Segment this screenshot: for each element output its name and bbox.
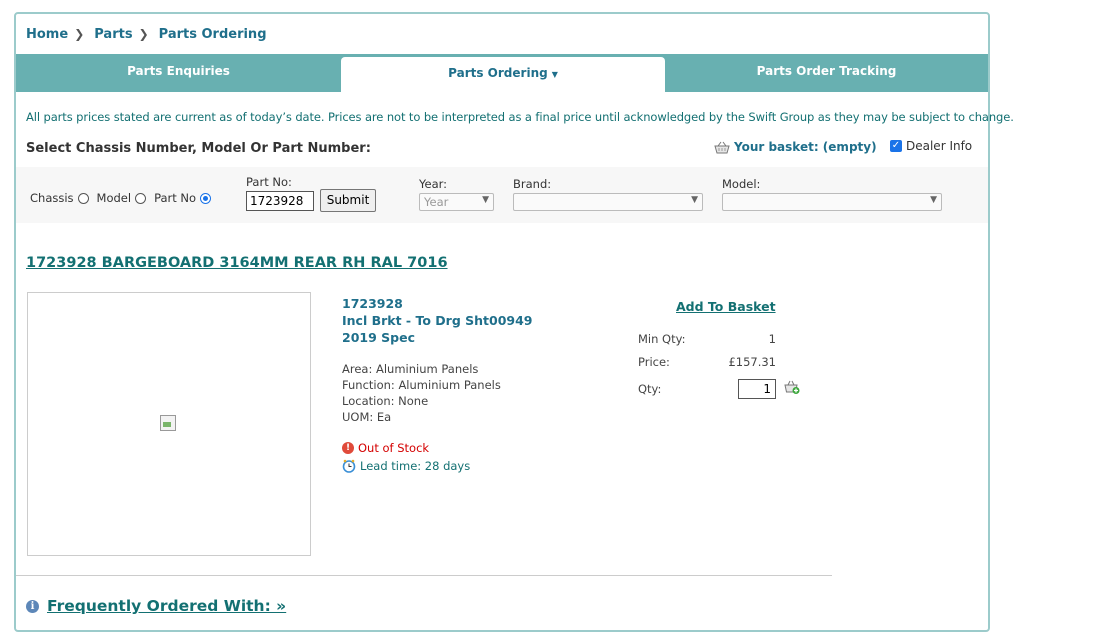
- part-description: Incl Brkt - To Drg Sht00949: [342, 313, 533, 328]
- model-select[interactable]: ▼: [722, 193, 942, 211]
- chevron-down-icon: ▼: [930, 195, 937, 205]
- alert-icon: !: [342, 442, 354, 454]
- part-number: 1723928: [342, 296, 403, 311]
- info-icon: i: [26, 599, 39, 613]
- part-no-input[interactable]: 1723928: [246, 191, 314, 211]
- part-area: Area: Aluminium Panels: [342, 362, 479, 376]
- select-heading: Select Chassis Number, Model Or Part Num…: [26, 141, 371, 156]
- basket-label: Your basket: (empty): [734, 140, 877, 154]
- tab-parts-ordering[interactable]: Parts Ordering ▼: [341, 57, 665, 92]
- submit-button[interactable]: Submit: [320, 189, 376, 212]
- breadcrumb-parts[interactable]: Parts: [94, 27, 132, 42]
- lead-time-text: Lead time: 28 days: [360, 459, 471, 473]
- broken-image-icon: [160, 415, 176, 431]
- dealer-info-toggle[interactable]: ✓ Dealer Info: [890, 139, 972, 153]
- dealer-info-label: Dealer Info: [906, 139, 973, 153]
- min-qty-value: 1: [768, 332, 776, 346]
- search-mode-group: Chassis Model Part No: [30, 191, 219, 205]
- breadcrumb-parts-ordering[interactable]: Parts Ordering: [159, 27, 267, 42]
- radio-label-model: Model: [96, 191, 132, 205]
- part-no-label: Part No:: [246, 175, 292, 189]
- part-function: Function: Aluminium Panels: [342, 378, 501, 392]
- clock-icon: [342, 459, 356, 473]
- year-label: Year:: [419, 177, 448, 191]
- brand-label: Brand:: [513, 177, 552, 191]
- breadcrumb: Home ❯ Parts ❯ Parts Ordering: [26, 24, 267, 44]
- part-location: Location: None: [342, 394, 429, 408]
- tab-label: Parts Ordering: [448, 66, 548, 80]
- tab-label: Parts Order Tracking: [756, 64, 897, 78]
- part-uom: UOM: Ea: [342, 410, 392, 424]
- part-details: 1723928 Incl Brkt - To Drg Sht00949 2019…: [342, 295, 532, 473]
- tab-parts-order-tracking[interactable]: Parts Order Tracking: [665, 54, 988, 92]
- tab-parts-enquiries[interactable]: Parts Enquiries: [16, 54, 341, 92]
- year-select[interactable]: Year ▼: [419, 193, 494, 211]
- price-notice: All parts prices stated are current as o…: [26, 110, 1014, 124]
- frequently-ordered-section: i Frequently Ordered With: »: [26, 597, 286, 615]
- add-to-basket-link[interactable]: Add To Basket: [676, 299, 776, 314]
- radio-part-no[interactable]: [200, 192, 212, 204]
- tab-label: Parts Enquiries: [127, 64, 230, 78]
- page-frame: Home ❯ Parts ❯ Parts Ordering Parts Enqu…: [14, 12, 1014, 632]
- add-basket-icon[interactable]: [784, 379, 800, 395]
- basket-link[interactable]: Your basket: (empty): [714, 140, 877, 154]
- chevron-right-icon: ❯: [74, 27, 85, 41]
- brand-select[interactable]: ▼: [513, 193, 703, 211]
- section-divider: [16, 575, 832, 576]
- chevron-right-icon: ❯: [138, 27, 149, 41]
- qty-input[interactable]: 1: [738, 379, 776, 399]
- part-image: [27, 292, 311, 556]
- radio-label-part-no: Part No: [154, 191, 197, 205]
- year-select-value: Year: [424, 195, 449, 209]
- search-filter-row: Chassis Model Part No Part No: 1723928 S…: [16, 167, 988, 223]
- qty-label: Qty:: [638, 382, 662, 396]
- frequently-ordered-link[interactable]: Frequently Ordered With: »: [47, 597, 286, 615]
- lead-time: Lead time: 28 days: [342, 459, 532, 473]
- part-attributes: Area: Aluminium Panels Function: Alumini…: [342, 361, 532, 425]
- breadcrumb-home[interactable]: Home: [26, 27, 68, 42]
- chevron-down-icon: ▼: [691, 195, 698, 205]
- part-title-link[interactable]: 1723928 BARGEBOARD 3164MM REAR RH RAL 70…: [26, 255, 448, 271]
- stock-status-text: Out of Stock: [358, 441, 430, 455]
- chevron-down-icon: ▼: [482, 195, 489, 205]
- stock-status: ! Out of Stock: [342, 441, 532, 455]
- basket-icon: [714, 141, 730, 153]
- radio-label-chassis: Chassis: [30, 191, 74, 205]
- checkbox-checked-icon[interactable]: ✓: [890, 140, 902, 152]
- price-value: £157.31: [728, 355, 776, 369]
- caret-down-icon: ▼: [551, 70, 558, 79]
- part-spec: 2019 Spec: [342, 330, 415, 345]
- radio-model[interactable]: [135, 192, 147, 204]
- model-label: Model:: [722, 177, 761, 191]
- radio-chassis[interactable]: [77, 192, 89, 204]
- tab-bar: Parts Enquiries Parts Ordering ▼ Parts Or…: [16, 54, 988, 92]
